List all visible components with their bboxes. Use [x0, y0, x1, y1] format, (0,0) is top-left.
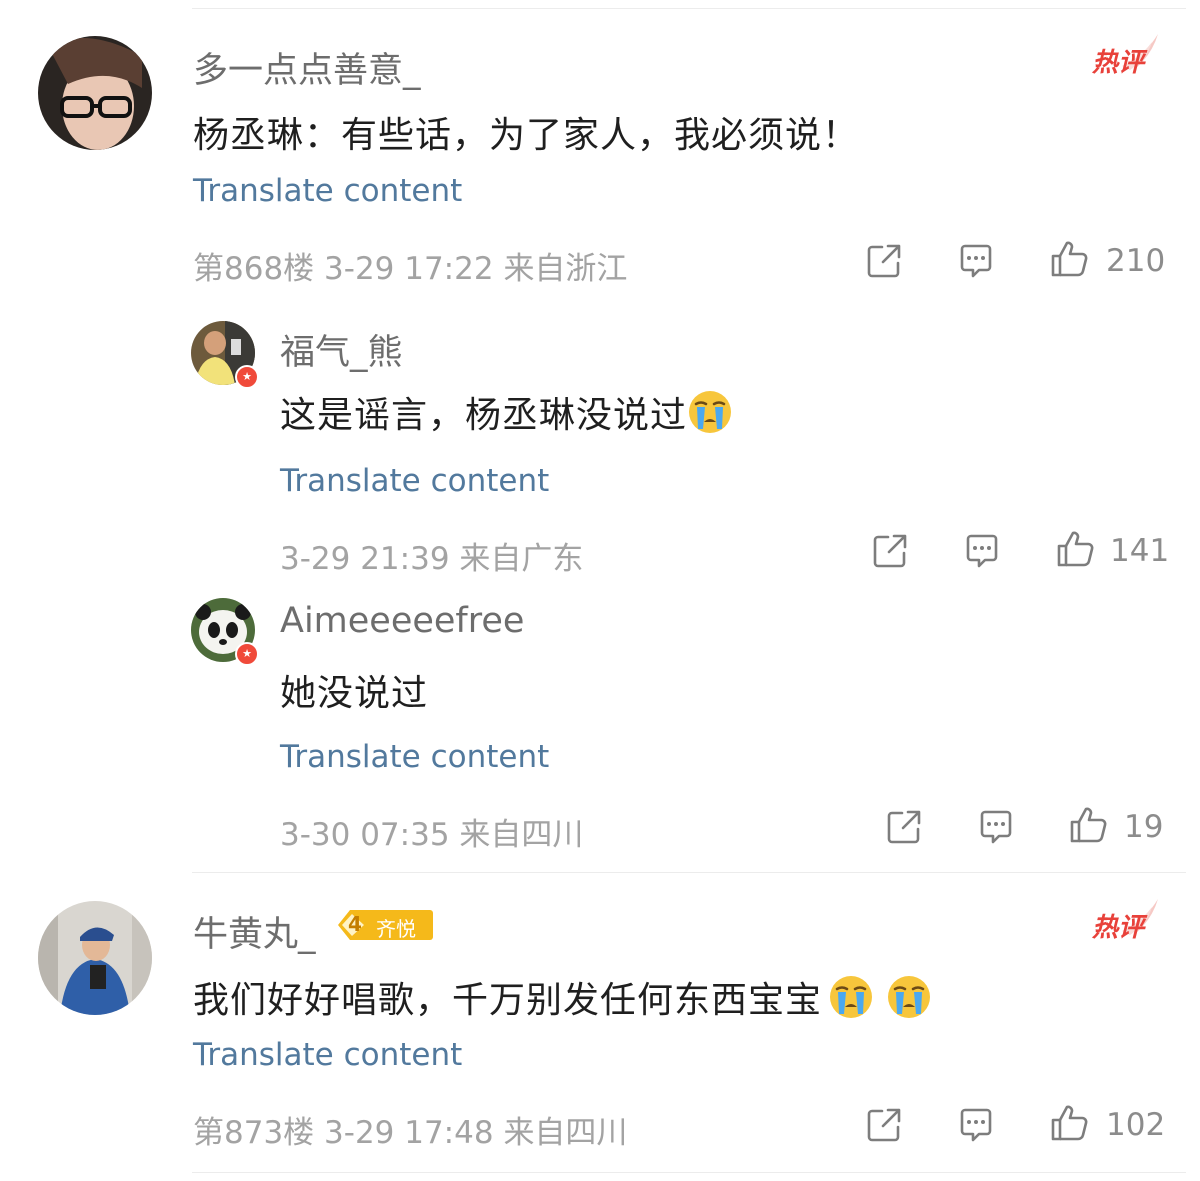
thumbs-up-icon[interactable] — [1055, 529, 1095, 569]
like-count: 210 — [1106, 243, 1166, 279]
comment-icon[interactable] — [956, 241, 996, 281]
like-count: 19 — [1124, 809, 1164, 845]
like-count: 141 — [1110, 533, 1170, 569]
share-icon[interactable] — [864, 241, 904, 281]
thumbs-up-icon[interactable] — [1068, 805, 1108, 845]
reply-text: 这是谣言，杨丞琳没说过 — [280, 386, 733, 438]
hot-badge-label: 热评 — [1092, 913, 1145, 943]
top-divider — [192, 8, 1186, 9]
verified-badge: ★ — [235, 642, 259, 666]
location: 来自四川 — [503, 1115, 628, 1151]
hot-badge-label: 热评 — [1092, 48, 1145, 78]
avatar[interactable] — [38, 36, 152, 150]
crying-emoji-icon — [687, 389, 733, 435]
hot-comment-badge: 热评 — [1092, 32, 1162, 78]
crying-emoji-icon — [828, 974, 874, 1020]
fan-level-number: 4 — [348, 912, 362, 936]
translate-link[interactable]: Translate content — [280, 463, 549, 499]
verified-badge: ★ — [235, 365, 259, 389]
crying-emoji-icon — [886, 974, 932, 1020]
comment-text: 我们好好唱歌，千万别发任何东西宝宝 — [193, 971, 932, 1023]
timestamp: 3-29 17:22 — [324, 251, 494, 287]
thumbs-up-icon[interactable] — [1049, 239, 1089, 279]
comment-icon[interactable] — [956, 1105, 996, 1145]
username[interactable]: 牛黄丸_ — [193, 906, 316, 957]
avatar[interactable] — [38, 901, 152, 1015]
bottom-divider — [192, 1172, 1186, 1173]
fan-level-badge: 4 齐悦 — [336, 908, 434, 942]
floor-number: 第868楼 — [193, 251, 315, 287]
reply-meta: 3-29 21:39 来自广东 — [280, 533, 583, 578]
comment-icon[interactable] — [962, 531, 1002, 571]
comment-icon[interactable] — [976, 807, 1016, 847]
location: 来自浙江 — [503, 251, 628, 287]
location: 来自广东 — [459, 541, 584, 577]
comment-divider — [192, 872, 1186, 873]
reply-text: 她没说过 — [280, 673, 429, 714]
username[interactable]: Aimeeeeefree — [280, 601, 524, 641]
username[interactable]: 福气_熊 — [280, 324, 403, 375]
comment-meta: 第868楼 3-29 17:22 来自浙江 — [193, 243, 627, 288]
share-icon[interactable] — [884, 807, 924, 847]
share-icon[interactable] — [864, 1105, 904, 1145]
comment-text-body: 我们好好唱歌，千万别发任何东西宝宝 — [193, 980, 823, 1021]
reply-meta: 3-30 07:35 来自四川 — [280, 809, 583, 854]
timestamp: 3-29 21:39 — [280, 541, 450, 577]
fan-level-label: 齐悦 — [376, 917, 416, 941]
reply-text-body: 这是谣言，杨丞琳没说过 — [280, 395, 688, 436]
location: 来自四川 — [459, 817, 584, 853]
share-icon[interactable] — [870, 531, 910, 571]
comment-meta: 第873楼 3-29 17:48 来自四川 — [193, 1107, 627, 1152]
username[interactable]: 多一点点善意_ — [193, 42, 421, 93]
timestamp: 3-30 07:35 — [280, 817, 450, 853]
thumbs-up-icon[interactable] — [1049, 1103, 1089, 1143]
translate-link[interactable]: Translate content — [193, 173, 462, 209]
translate-link[interactable]: Translate content — [193, 1037, 462, 1073]
floor-number: 第873楼 — [193, 1115, 315, 1151]
hot-comment-badge: 热评 — [1092, 897, 1162, 943]
timestamp: 3-29 17:48 — [324, 1115, 494, 1151]
like-count: 102 — [1106, 1107, 1166, 1143]
translate-link[interactable]: Translate content — [280, 739, 549, 775]
comment-text: 杨丞琳：有些话，为了家人，我必须说！ — [193, 115, 860, 156]
